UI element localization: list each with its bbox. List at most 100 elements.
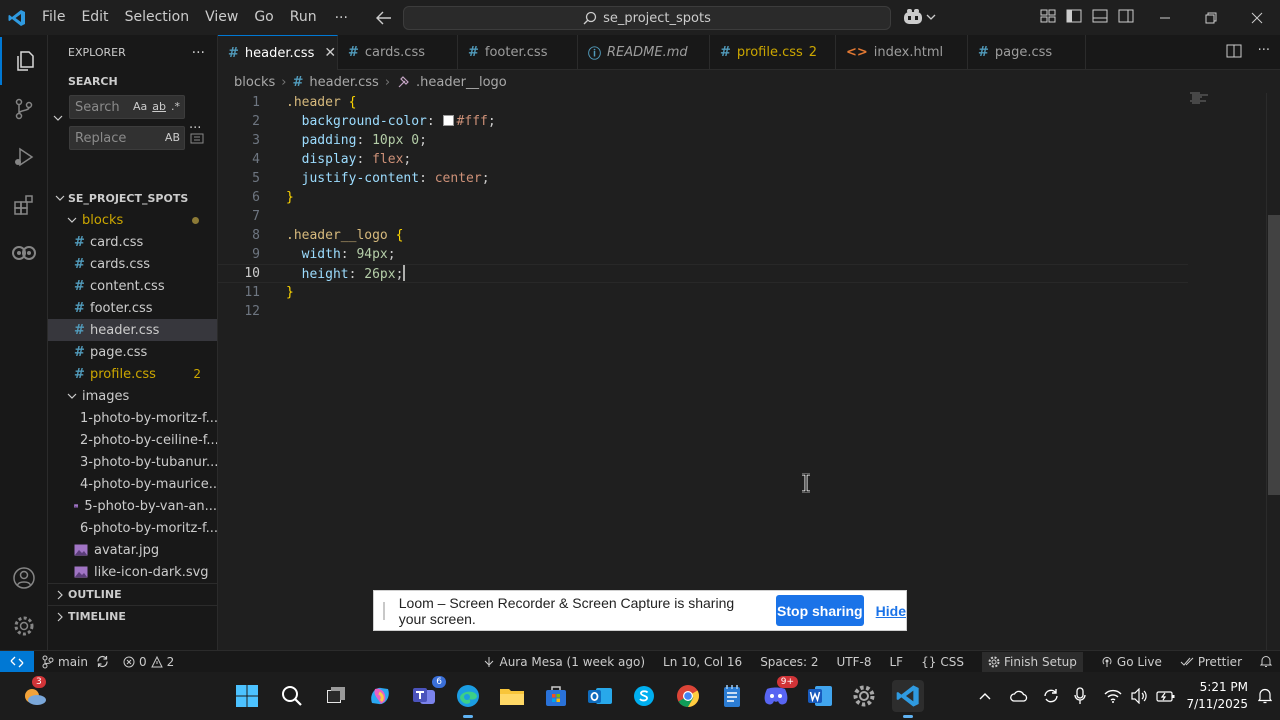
chevron-up-icon[interactable] [978, 691, 992, 701]
toggle-primary-sidebar-icon[interactable] [1066, 8, 1082, 24]
manage-activity[interactable] [0, 602, 48, 650]
customize-layout-icon[interactable] [1040, 8, 1056, 24]
color-swatch[interactable] [442, 115, 454, 126]
preserve-case-toggle[interactable]: AB [165, 131, 180, 144]
tab-cards-css[interactable]: # cards.css [338, 35, 458, 70]
folder-blocks[interactable]: blocks [48, 209, 217, 231]
microphone-icon[interactable] [1074, 687, 1087, 705]
breadcrumb-symbol[interactable]: .header__logo [416, 75, 507, 90]
file-image-2[interactable]: 2-photo-by-ceiline-f... [48, 429, 217, 451]
menu-edit[interactable]: Edit [73, 0, 116, 35]
run-debug-activity[interactable] [0, 133, 48, 181]
taskbar-teams[interactable]: 6 [408, 676, 446, 712]
notification-bell-icon[interactable] [1258, 688, 1272, 704]
hide-banner-link[interactable]: Hide [876, 603, 906, 619]
accounts-activity[interactable] [0, 554, 48, 602]
branch-indicator[interactable]: main [42, 655, 109, 669]
tab-readme-md[interactable]: ⓘ README.md [578, 35, 710, 70]
file-image-5[interactable]: 5-photo-by-van-an... [48, 495, 217, 517]
file-card-css[interactable]: # card.css [48, 231, 217, 253]
toggle-secondary-sidebar-icon[interactable] [1118, 8, 1134, 24]
language-mode[interactable]: {} CSS [921, 655, 964, 669]
taskbar-file-explorer[interactable] [496, 680, 528, 712]
tab-index-html[interactable]: <> index.html [836, 35, 968, 70]
restore-button[interactable] [1188, 0, 1234, 35]
file-cards-css[interactable]: # cards.css [48, 253, 217, 275]
refresh-sync-icon[interactable] [1042, 688, 1060, 704]
toggle-replace-chevron-icon[interactable] [53, 111, 63, 126]
file-footer-css[interactable]: # footer.css [48, 297, 217, 319]
taskbar-store[interactable] [540, 680, 572, 712]
outline-section-header[interactable]: OUTLINE [48, 583, 217, 605]
file-like-icon-svg[interactable]: like-icon-dark.svg [48, 561, 217, 583]
toggle-panel-icon[interactable] [1092, 8, 1108, 24]
editor-scrollbar-thumb[interactable] [1268, 215, 1280, 495]
file-header-css[interactable]: # header.css [48, 319, 217, 341]
breadcrumb-file[interactable]: header.css [309, 75, 378, 90]
indentation-indicator[interactable]: Spaces: 2 [760, 655, 818, 669]
problems-indicator[interactable]: 0 2 [123, 655, 174, 669]
menu-more-button[interactable]: ··· [325, 10, 358, 26]
project-section-header[interactable]: SE_PROJECT_SPOTS [48, 187, 217, 209]
close-tab-icon[interactable]: ✕ [324, 45, 336, 61]
replace-input[interactable]: Replace AB [69, 126, 185, 150]
file-image-4[interactable]: 4-photo-by-maurice... [48, 473, 217, 495]
stop-sharing-button[interactable]: Stop sharing [775, 595, 864, 626]
taskbar-word[interactable] [804, 680, 836, 712]
copilot-button[interactable] [902, 8, 936, 26]
file-profile-css[interactable]: # profile.css 2 [48, 363, 217, 385]
folder-images[interactable]: images [48, 385, 217, 407]
use-regex-toggle[interactable]: .* [171, 100, 180, 113]
command-center-search[interactable]: se_project_spots [403, 6, 891, 30]
tab-footer-css[interactable]: # footer.css [458, 35, 578, 70]
file-content-css[interactable]: # content.css [48, 275, 217, 297]
taskbar-weather[interactable]: 3 [18, 676, 50, 712]
file-avatar-jpg[interactable]: avatar.jpg [48, 539, 217, 561]
cursor-position[interactable]: Ln 10, Col 16 [663, 655, 742, 669]
search-input[interactable]: Search Aa ab .* [69, 95, 185, 119]
prettier-indicator[interactable]: Prettier [1180, 655, 1242, 669]
taskbar-chrome[interactable] [672, 680, 704, 712]
taskbar-skype[interactable] [628, 680, 660, 712]
battery-icon[interactable] [1156, 689, 1176, 703]
taskbar-outlook[interactable] [584, 680, 616, 712]
menu-view[interactable]: View [197, 0, 246, 35]
git-blame-indicator[interactable]: Aura Mesa (1 week ago) [483, 655, 645, 669]
drag-handle[interactable] [383, 601, 387, 620]
taskbar-settings[interactable] [848, 680, 880, 712]
match-case-toggle[interactable]: Aa [133, 100, 147, 113]
eol-indicator[interactable]: LF [889, 655, 903, 669]
editor-more-button[interactable]: ··· [1258, 43, 1270, 59]
notifications-bell-icon[interactable] [1260, 655, 1272, 668]
clock[interactable]: 5:21 PM 7/11/2025 [1186, 679, 1248, 713]
file-image-6[interactable]: 6-photo-by-moritz-f... [48, 517, 217, 539]
taskbar-search[interactable] [276, 680, 308, 712]
minimize-button[interactable] [1142, 0, 1188, 35]
encoding-indicator[interactable]: UTF-8 [837, 655, 872, 669]
wifi-icon[interactable] [1104, 689, 1122, 703]
match-whole-word-toggle[interactable]: ab [152, 100, 166, 113]
taskbar-notepad[interactable] [716, 680, 748, 712]
source-control-activity[interactable] [0, 85, 48, 133]
close-window-button[interactable] [1234, 0, 1280, 35]
remote-explorer-activity[interactable] [0, 229, 48, 277]
tab-header-css[interactable]: # header.css ✕ [218, 35, 338, 70]
taskbar-copilot[interactable] [364, 680, 396, 712]
taskbar-discord[interactable]: 9+ [760, 676, 798, 712]
file-page-css[interactable]: # page.css [48, 341, 217, 363]
tab-profile-css[interactable]: # profile.css 2 [710, 35, 836, 70]
volume-icon[interactable] [1130, 688, 1148, 704]
sidebar-more-button[interactable]: ··· [192, 45, 205, 61]
extensions-activity[interactable] [0, 181, 48, 229]
breadcrumb-folder[interactable]: blocks [234, 75, 275, 90]
menu-file[interactable]: File [34, 0, 73, 35]
file-image-3[interactable]: 3-photo-by-tubanur... [48, 451, 217, 473]
replace-all-icon[interactable] [190, 130, 204, 148]
code-editor[interactable]: 1 .header { 2 background-color: #fff; 3 p… [218, 93, 1268, 650]
taskbar-edge[interactable] [452, 680, 484, 718]
finish-setup-button[interactable]: Finish Setup [981, 651, 1083, 672]
back-arrow-icon[interactable] [375, 11, 392, 25]
minimap[interactable] [1190, 92, 1210, 104]
search-section-header[interactable]: SEARCH [48, 70, 217, 92]
onedrive-cloud-icon[interactable] [1010, 689, 1028, 703]
